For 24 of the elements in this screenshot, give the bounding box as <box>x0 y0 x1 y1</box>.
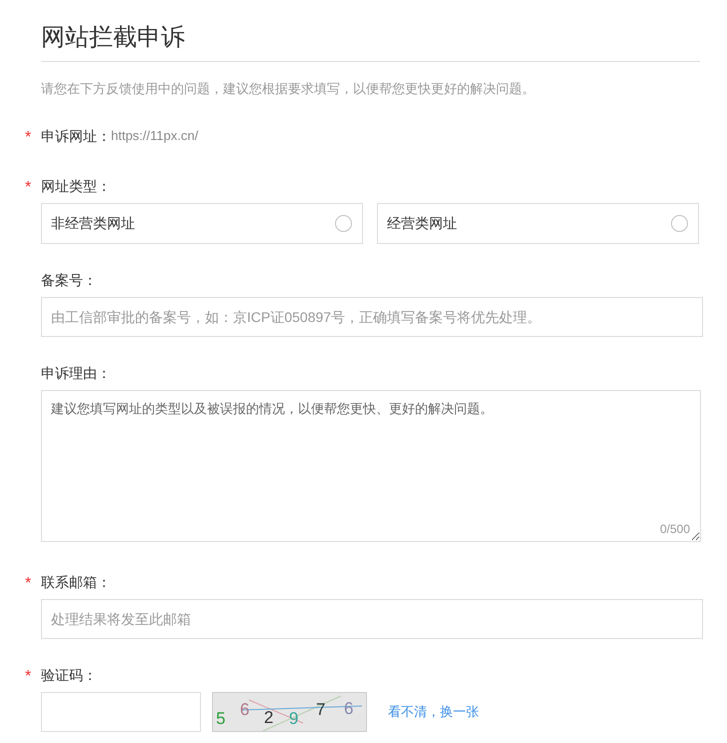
field-label: 申诉理由： <box>41 364 111 383</box>
radio-circle-icon[interactable] <box>671 215 688 232</box>
radio-option[interactable]: 经营类网址 <box>377 203 699 244</box>
page-description: 请您在下方反馈使用中的问题，建议您根据要求填写，以便帮您更快更好的解决问题。 <box>41 80 535 98</box>
radio-option[interactable]: 非经营类网址 <box>41 203 363 244</box>
captcha-character: 9 <box>289 709 298 728</box>
required-asterisk: * <box>25 178 32 196</box>
radio-circle-icon[interactable] <box>335 215 352 232</box>
field-label: 申诉网址： <box>41 127 111 146</box>
required-asterisk: * <box>25 667 32 685</box>
captcha-character: 2 <box>264 708 274 727</box>
page-title: 网站拦截申诉 <box>41 23 185 53</box>
captcha-input-field[interactable] <box>41 692 201 732</box>
field-label: 验证码： <box>41 666 97 685</box>
character-counter: 0/500 <box>660 521 690 537</box>
field-label: 备案号： <box>41 271 97 290</box>
field-label: 网址类型： <box>41 177 111 196</box>
field-label: 联系邮箱： <box>41 573 111 592</box>
required-asterisk: * <box>25 128 32 146</box>
captcha-character: 5 <box>216 709 226 728</box>
input-field[interactable]: 由工信部审批的备案号，如：京ICP证050897号，正确填写备案号将优先处理。 <box>41 297 703 337</box>
required-asterisk: * <box>25 574 32 592</box>
input-field[interactable]: 处理结果将发至此邮箱 <box>41 599 703 639</box>
url-value: https://11px.cn/ <box>111 127 198 145</box>
